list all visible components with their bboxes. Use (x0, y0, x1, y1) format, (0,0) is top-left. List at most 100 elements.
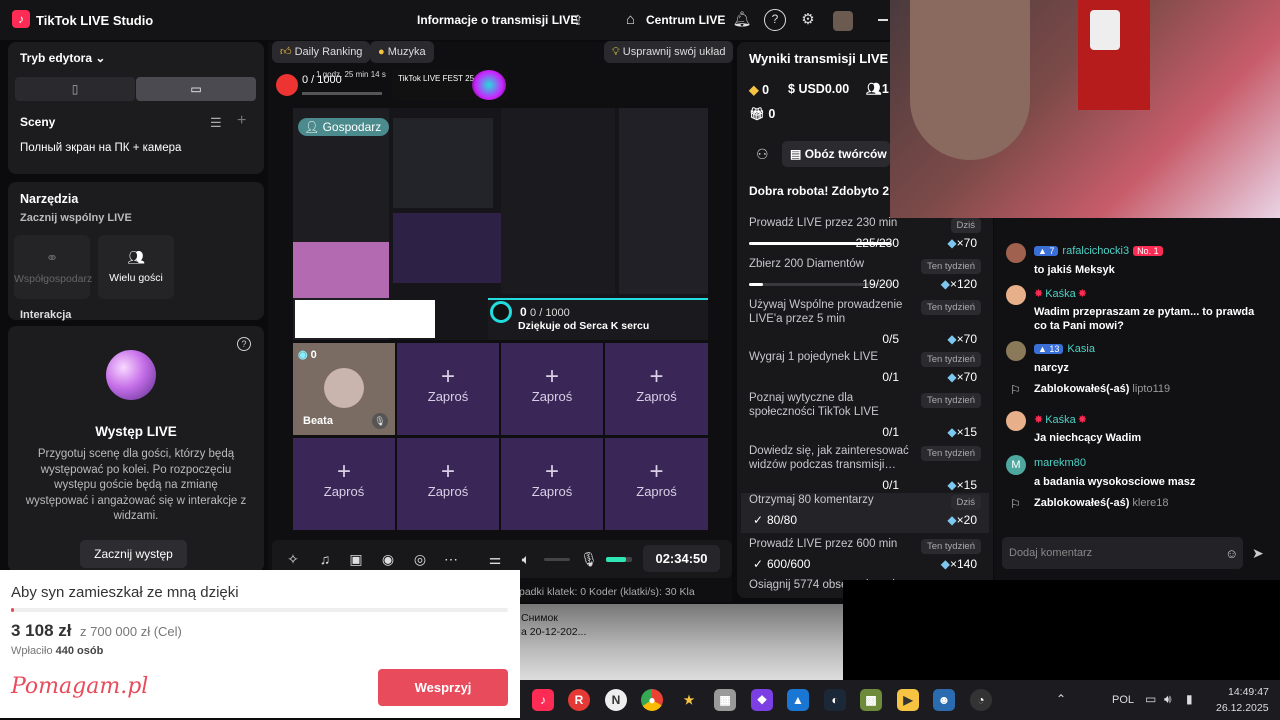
clock-date[interactable]: 26.12.2025 (1216, 702, 1269, 714)
live-center-button[interactable]: Centrum LIVE (646, 13, 725, 27)
invite-slot[interactable]: + Zaproś (501, 343, 603, 435)
add-user-icon[interactable]: ⚇ (756, 146, 769, 163)
username-text: Kaśka (1045, 288, 1076, 300)
chat-message[interactable]: ▲ 7 rafalcichocki3 No. 1 to jakiś Meksyk (1006, 243, 1274, 279)
cohost-button[interactable]: ⚭ Współgospodarz (14, 235, 92, 299)
chat-message[interactable]: ✸ Kaśka ✸ Ja niechcący Wadim (1006, 411, 1274, 447)
gear-icon[interactable]: ⚙ (797, 9, 819, 31)
task-item[interactable]: Otrzymaj 80 komentarzy Dziś ✓ 80/80 ◆×20 (741, 493, 989, 533)
improve-layout-button[interactable]: 💡︎ Usprawnij swój układ (604, 41, 734, 63)
invite-slot[interactable]: + Zaproś (605, 343, 708, 435)
stream-info-button[interactable]: Informacje o transmisji LIVE (417, 13, 578, 27)
chat-username[interactable]: ▲ 7 rafalcichocki3 No. 1 (1034, 245, 1163, 257)
avatar[interactable] (1006, 341, 1026, 361)
chat-message[interactable]: ✸ Kaśka ✸ Wadim przepraszam ze pytam... to … (1006, 285, 1274, 332)
record-icon[interactable]: ◉ (378, 549, 398, 569)
minecraft-icon[interactable]: ▩ (860, 689, 882, 711)
add-scene-icon[interactable]: + (237, 112, 246, 130)
app-r-icon[interactable]: R (568, 689, 590, 711)
diamond-icon: ◉ (298, 349, 308, 361)
landscape-mode-button[interactable]: ▭ (136, 77, 256, 101)
task-item[interactable]: Wygraj 1 pojedynek LIVE Ten tydzień 0/1 ◆×7… (741, 350, 989, 386)
chat-username[interactable]: marekm80 (1034, 457, 1086, 469)
chevron-up-icon[interactable]: ⌃ (1056, 692, 1066, 706)
display-icon[interactable]: ▭ (1145, 692, 1156, 706)
language-indicator[interactable]: POL (1112, 694, 1134, 706)
scene-item[interactable]: Полный экран на ПК + камера (20, 142, 181, 154)
blocked-user[interactable]: lipto119 (1129, 383, 1170, 395)
box-app-icon[interactable]: ▦ (714, 689, 736, 711)
task-item[interactable]: Prowadź LIVE przez 600 min Ten tydzień ✓ 60… (741, 537, 989, 571)
task-item[interactable]: Dowiedz się, jak zainteresować widzów po… (741, 444, 989, 492)
mute-icon[interactable]: 🎙︎ (372, 413, 388, 429)
speaker-icon[interactable]: 🔈︎ (516, 549, 536, 569)
chat-message[interactable]: ▲ 13 Kasia narcyz (1006, 341, 1274, 377)
avatar[interactable] (1006, 243, 1026, 263)
app-purple-icon[interactable]: ❖ (751, 689, 773, 711)
more-icon[interactable]: ⋯ (441, 549, 461, 569)
people-app-icon[interactable]: ☻ (933, 689, 955, 711)
volume-icon[interactable]: 🔊︎ (1164, 692, 1172, 707)
settings-sliders-icon[interactable]: ⚌ (485, 549, 505, 569)
clock-app-icon[interactable]: ◔ (970, 689, 992, 711)
chat-username[interactable]: ▲ 13 Kasia (1034, 343, 1095, 355)
task-item[interactable]: Poznaj wytyczne dla społeczności TikTok … (741, 391, 989, 439)
invite-slot[interactable]: + Zaproś (293, 438, 395, 530)
task-item[interactable]: Prowadź LIVE przez 230 min Dziś 225/230 ◆×7… (741, 216, 989, 254)
portrait-mode-button[interactable]: ▯ (15, 77, 135, 101)
invite-slot[interactable]: + Zaproś (397, 343, 499, 435)
users-icon: 👥︎ (866, 82, 882, 96)
star-app-icon[interactable]: ★ (678, 689, 700, 711)
camera-flip-icon[interactable]: ◎ (410, 549, 430, 569)
photos-icon[interactable]: ▲ (787, 689, 809, 711)
invite-slot[interactable]: + Zaproś (605, 438, 708, 530)
system-message[interactable]: ⚐ Zablokowałeś(-aś) klere18 (1006, 497, 1274, 533)
star-badge-icon: ✸ (1077, 288, 1088, 300)
minimize-icon[interactable] (878, 19, 888, 21)
send-icon[interactable]: ➤ (1252, 545, 1264, 562)
player-icon[interactable]: ▶ (897, 689, 919, 711)
chat-username[interactable]: ✸ Kaśka ✸ (1034, 287, 1087, 300)
avatar[interactable] (1006, 411, 1026, 431)
task-reward: ◆×70 (947, 332, 977, 346)
avatar[interactable]: M (1006, 455, 1026, 475)
music-button[interactable]: ● Muzyka (370, 41, 434, 63)
chat-message[interactable]: Mmarekm80 a badania wysokosciowe masz (1006, 455, 1274, 491)
creators-camp-button[interactable]: ▤ Obóz twórców (782, 141, 890, 167)
list-icon[interactable]: ☰ (210, 115, 222, 131)
invite-slot[interactable]: + Zaproś (397, 438, 499, 530)
avatar[interactable] (833, 11, 853, 31)
support-button[interactable]: Wesprzyj (378, 669, 508, 706)
multi-guest-button[interactable]: 👥︎ Wielu gości (98, 235, 174, 299)
microphone-icon[interactable]: 🎙︎ (579, 549, 599, 569)
chat-username[interactable]: ✸ Kaśka ✸ (1034, 413, 1087, 426)
chrome-icon[interactable]: ● (641, 689, 663, 711)
share-icon[interactable]: ⇪ (572, 12, 584, 29)
volume-slider[interactable] (544, 558, 570, 561)
music-note-icon[interactable]: ♫ (315, 549, 335, 569)
help-icon[interactable]: ? (237, 337, 251, 351)
plus-icon: + (440, 363, 455, 390)
mic-level-bar[interactable] (606, 557, 632, 562)
clock-time[interactable]: 14:49:47 (1228, 686, 1269, 698)
avatar[interactable] (1006, 285, 1026, 305)
task-item[interactable]: Używaj Wspólne prowadzenie LIVE'a przez … (741, 298, 989, 346)
blocked-user[interactable]: klere18 (1129, 497, 1168, 509)
app-n-icon[interactable]: N (605, 689, 627, 711)
invite-label: Zaproś (427, 484, 469, 499)
magic-wand-icon[interactable]: ✧ (283, 549, 303, 569)
daily-ranking-button[interactable]: 👍︎ Daily Ranking (272, 41, 371, 63)
task-item[interactable]: Zbierz 200 Diamentów Ten tydzień 19/200 ◆×1… (741, 257, 989, 297)
invite-slot[interactable]: + Zaproś (501, 438, 603, 530)
task-name: Używaj Wspólne prowadzenie LIVE'a przez … (749, 299, 903, 325)
battery-icon[interactable]: ▮ (1186, 692, 1193, 706)
emoji-icon[interactable]: ☺ (1225, 546, 1238, 561)
start-performance-button[interactable]: Zacznij występ (80, 540, 187, 568)
editor-mode-dropdown[interactable]: Tryb edytora ⌄ (20, 51, 105, 65)
blocked-label: Zablokowałeś(-aś) (1034, 497, 1130, 509)
help-icon[interactable]: ? (764, 9, 786, 31)
bell-icon[interactable]: 🔔︎ (731, 9, 753, 31)
steam-icon[interactable]: ◐ (824, 689, 846, 711)
caption-icon[interactable]: ▣ (346, 549, 366, 569)
tiktok-app-icon[interactable]: ♪ (532, 689, 554, 711)
